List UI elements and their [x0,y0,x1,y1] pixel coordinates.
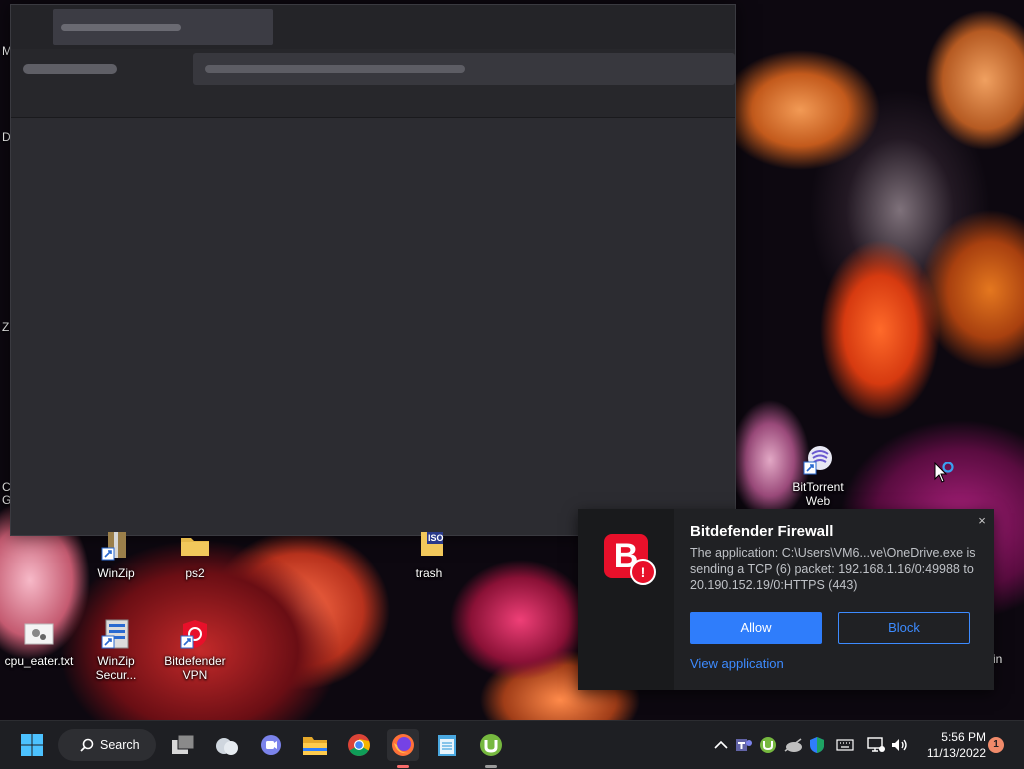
tray-defender[interactable] [807,733,827,757]
desktop-icon-winzip-secure[interactable]: WinZip Secur... [78,618,154,682]
file-explorer-button[interactable] [299,729,331,761]
search-icon [80,738,94,752]
placeholder-bar [61,24,181,31]
desktop-icon-ps2[interactable]: ps2 [157,530,233,580]
desktop-icon-trash[interactable]: ISO trash [391,530,467,580]
bittorrent-tray-icon [760,737,776,753]
close-icon[interactable]: × [974,513,990,529]
winzip-secure-icon [100,618,132,650]
bitdefender-vpn-icon [179,618,211,650]
mouse-cursor-busy-icon [934,461,964,486]
desktop-icon-label: WinZip Secur... [95,654,137,682]
desktop-icon-label: trash [415,566,443,580]
bitdefender-firewall-notification: B ! Bitdefender Firewall × The applicati… [578,509,994,690]
teams-chat-icon [261,735,281,755]
show-hidden-icons-button[interactable] [711,733,731,757]
desktop-background: M D Z C G BitTorrent Web WinZip ps2 ISO … [0,0,1024,720]
tray-bittorrent[interactable] [758,733,778,757]
iso-badge: ISO [428,533,444,543]
teams-chat-button[interactable] [255,729,287,761]
edge-letter: in [993,652,1003,666]
tray-network[interactable] [866,733,886,757]
volume-icon [892,739,907,751]
alert-badge-icon: ! [630,559,656,585]
chrome-icon [348,734,370,756]
clock-time: 5:56 PM [941,730,986,744]
desktop-icon-label: WinZip [97,566,135,580]
file-explorer-icon [303,737,327,755]
notepad-icon [438,735,456,756]
block-button[interactable]: Block [838,612,970,644]
task-view-icon [172,734,195,754]
desktop-icon-winzip[interactable]: WinZip [78,530,154,580]
chevron-up-icon [714,740,728,749]
taskbar-search-button[interactable]: Search [58,729,156,761]
notepad-button[interactable] [431,729,463,761]
tray-volume[interactable] [890,733,910,757]
taskbar: Search 5:56 PM 11/13/2022 1 [0,720,1024,769]
placeholder-bar [205,65,465,73]
allow-button[interactable]: Allow [690,612,822,644]
notification-message: The application: C:\Users\VM6...ve\OneDr… [690,546,976,592]
folder-icon [179,530,211,562]
task-view-button[interactable] [167,729,199,761]
clock-date: 11/13/2022 [926,746,986,760]
view-application-link[interactable]: View application [690,656,784,671]
notification-title: Bitdefender Firewall [690,523,834,540]
firefox-button[interactable] [387,729,419,768]
firefox-icon [392,734,414,756]
iso-file-icon: ISO [413,530,445,562]
edge-letter: Z [2,320,10,334]
start-icon [21,734,43,756]
desktop-icon-bitdefender-vpn[interactable]: Bitdefender VPN [157,618,233,682]
notification-left-pane: B ! [578,509,674,690]
notification-count-badge[interactable]: 1 [988,737,1004,753]
desktop-icon-bittorrent-web[interactable]: BitTorrent Web [780,444,856,508]
window-tab-placeholder[interactable] [53,9,273,45]
bittorrent-web-icon [802,444,834,476]
taskbar-clock[interactable]: 5:56 PM 11/13/2022 [916,729,986,761]
desktop-icon-cpu-eater[interactable]: cpu_eater.txt [1,618,77,668]
tray-keyboard[interactable] [835,733,855,757]
winzip-icon [100,530,132,562]
address-field-placeholder[interactable] [193,53,735,85]
desktop-icon-label: cpu_eater.txt [4,654,74,668]
window-content [11,118,735,535]
app-window-blurred[interactable] [10,4,736,536]
network-icon [867,737,885,752]
utorrent-icon [480,734,502,756]
tray-teams[interactable] [734,733,754,757]
weather-widget-button[interactable] [211,729,243,761]
desktop-icon-label: BitTorrent Web [792,480,844,508]
tray-onedrive[interactable] [783,733,803,757]
onedrive-icon [784,738,802,752]
teams-icon [736,739,752,751]
toolbar-left-placeholder [23,64,117,74]
desktop-icon-label: Bitdefender VPN [164,654,226,682]
text-file-icon [23,618,55,650]
start-button[interactable] [16,729,48,761]
keyboard-icon [836,739,854,751]
weather-icon [216,738,238,755]
search-label: Search [100,738,140,752]
window-title-bar[interactable] [11,5,735,49]
chrome-button[interactable] [343,729,375,761]
defender-icon [810,737,824,753]
utorrent-button[interactable] [475,729,507,768]
desktop-icon-label: ps2 [185,566,205,580]
